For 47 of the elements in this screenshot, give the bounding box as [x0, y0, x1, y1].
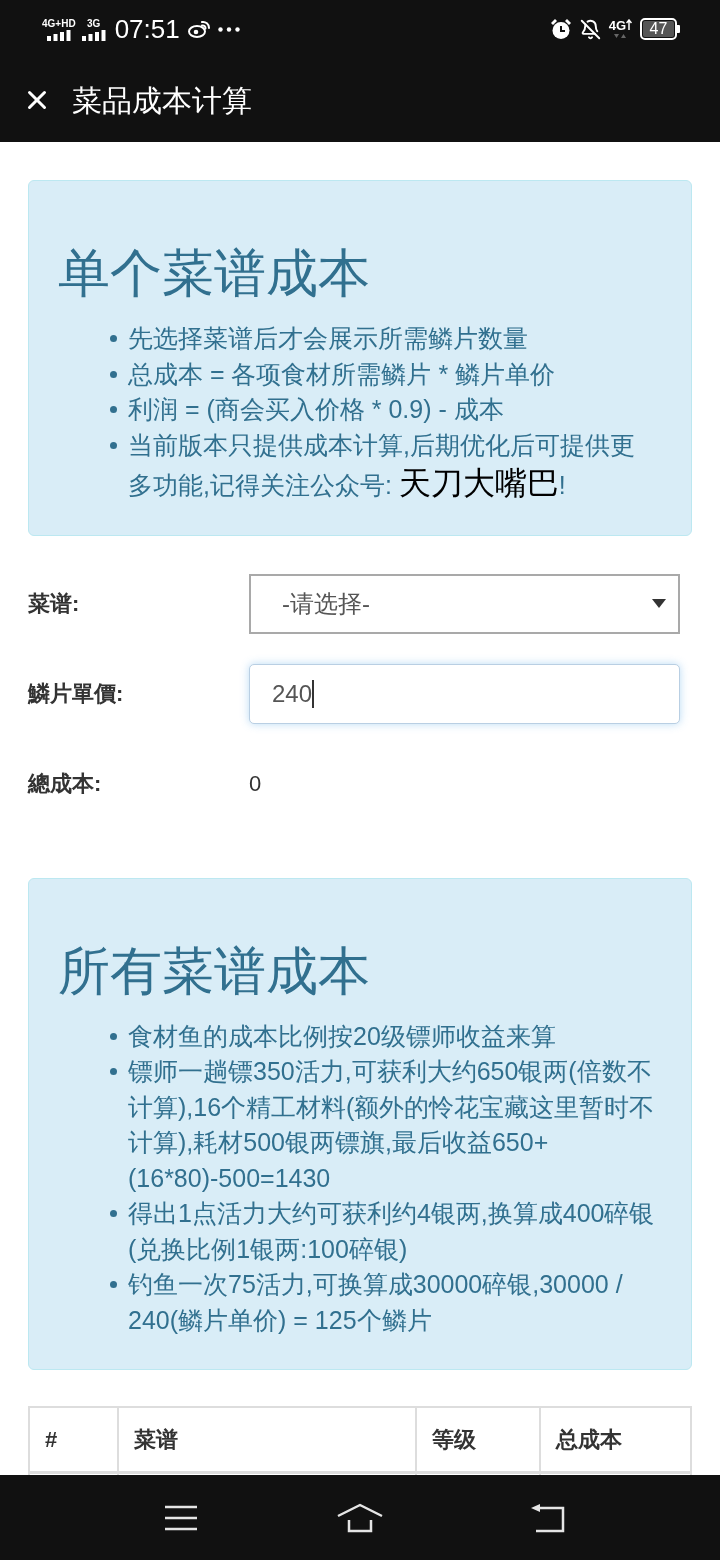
signal-icon [81, 29, 106, 41]
clock-time: 07:51 [114, 14, 180, 44]
bullet-icon [110, 1210, 117, 1218]
column-header: 菜谱 [117, 1408, 415, 1471]
network-type-label: 4G+HD [42, 17, 76, 30]
field-label: 總成本: [28, 770, 103, 798]
bullet-icon [110, 1281, 117, 1289]
note-text: 得出1点活力大约可获利约4银两,换算成400碎银(兑换比例1银两:100碎银) [128, 1198, 656, 1265]
column-header: # [44, 1426, 59, 1454]
bullet-icon [110, 335, 117, 343]
bullet-icon [110, 370, 117, 378]
field-label: 鱗片單價: [28, 680, 125, 708]
column-header: 总成本 [539, 1408, 690, 1471]
alarm-clock-icon [549, 18, 572, 40]
text-cursor-icon [312, 679, 314, 708]
total-cost-value: 0 [249, 771, 262, 796]
note-text: 钓鱼一次75活力,可换算成30000碎银,30000 / 240(鳞片单价) = 125个鳞片 [128, 1269, 624, 1336]
battery-indicator: 47 [640, 18, 680, 40]
note-text: 利润 = (商会买入价格 * 0.9) - 成本 [128, 394, 505, 425]
price-input[interactable]: 240 [249, 663, 680, 724]
more-dots-icon [217, 26, 240, 32]
panel-title: 单个菜谱成本 [57, 243, 371, 303]
bell-off-icon [579, 18, 601, 40]
upload-arrow-icon [626, 19, 632, 31]
back-icon[interactable] [530, 1502, 566, 1533]
bullet-icon [110, 441, 117, 449]
note-text: 当前版本只提供成本计算,后期优化后可提供更多功能,记得关注公众号: 天刀大嘴巴! [128, 429, 636, 503]
caret-icon [652, 599, 666, 608]
bullet-icon [110, 406, 117, 414]
note-text: 总成本 = 各项食材所需鳞片 * 鳞片单价 [128, 358, 557, 390]
home-icon[interactable] [336, 1502, 384, 1533]
note-text: 食材鱼的成本比例按20级镖师收益来算 [128, 1020, 557, 1052]
data-activity-icon [613, 33, 628, 39]
weibo-icon [187, 20, 210, 38]
bullet-icon [110, 1068, 117, 1076]
menu-icon[interactable] [164, 1504, 198, 1531]
column-header: 等级 [415, 1408, 539, 1471]
bullet-icon [110, 1032, 117, 1040]
recipe-select[interactable]: -请选择- [249, 573, 680, 634]
panel-title: 所有菜谱成本 [57, 940, 371, 1001]
note-text: 镖师一趟镖350活力,可获利大约650银两(倍数不计算),16个精工材料(额外的怜花宝藏这里暂时不计算),耗材500银两镖旗,最后收益650+(16*80)-500=1430 [128, 1056, 656, 1194]
network-type-label: 4G [608, 19, 626, 33]
network-type-label: 3G [86, 17, 101, 30]
signal-icon [46, 29, 71, 41]
note-text: 先选择菜谱后才会展示所需鳞片数量 [128, 323, 529, 354]
page-title: 菜品成本计算 [72, 82, 252, 119]
field-label: 菜谱: [28, 590, 81, 618]
